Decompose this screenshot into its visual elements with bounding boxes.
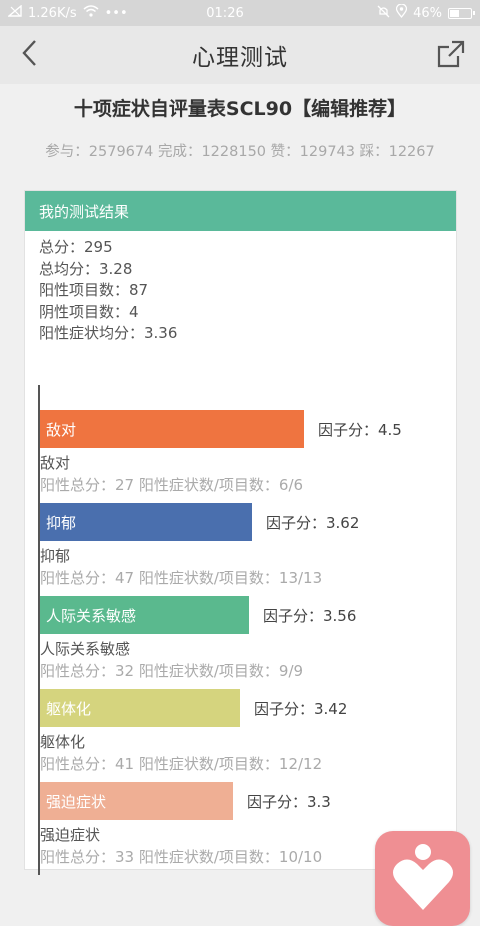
battery-percent: 46% xyxy=(413,5,442,21)
factor-bar: 抑郁 xyxy=(40,503,252,541)
result-card: 我的测试结果 总分：295 总均分：3.28 阳性项目数：87 阴性项目数：4 … xyxy=(24,190,457,875)
factor-score: 因子分：3.3 xyxy=(247,792,331,811)
more-dots-icon: ••• xyxy=(104,5,128,21)
factor-detail: 阳性总分：47 阳性症状数/项目数：13/13 xyxy=(40,569,323,587)
summary-total: 总分：295 xyxy=(39,238,113,256)
mute-icon xyxy=(377,5,390,22)
content-area[interactable]: 十项症状自评量表SCL90【编辑推荐】 参与：2579674 完成：122815… xyxy=(0,84,480,926)
summary-positive-count: 阳性项目数：87 xyxy=(39,281,149,299)
factor-item: 敌对 因子分：4.5 敌对 阳性总分：27 阳性症状数/项目数：6/6 xyxy=(40,410,448,503)
factor-bar: 人际关系敏感 xyxy=(40,596,249,634)
back-button[interactable] xyxy=(14,38,44,72)
factor-name: 抑郁 xyxy=(40,547,71,565)
factor-score: 因子分：3.56 xyxy=(263,606,357,625)
factor-score: 因子分：3.42 xyxy=(254,699,348,718)
factor-name: 敌对 xyxy=(40,454,71,472)
result-header: 我的测试结果 xyxy=(25,191,456,231)
summary-average: 总均分：3.28 xyxy=(39,259,133,278)
factor-detail: 阳性总分：27 阳性症状数/项目数：6/6 xyxy=(40,476,304,494)
factor-bar: 躯体化 xyxy=(40,689,240,727)
factor-name: 躯体化 xyxy=(40,733,86,751)
participation-stats: 参与：2579674 完成：1228150 赞：129743 踩：12267 xyxy=(45,144,435,160)
battery-icon xyxy=(448,7,475,19)
share-icon xyxy=(436,40,466,73)
factor-score: 因子分：3.62 xyxy=(266,513,360,532)
factor-name: 强迫症状 xyxy=(40,826,101,844)
location-icon xyxy=(395,3,408,22)
factor-name: 人际关系敏感 xyxy=(40,640,131,658)
factor-score: 因子分：4.5 xyxy=(318,420,402,439)
factor-detail: 阳性总分：32 阳性症状数/项目数：9/9 xyxy=(40,662,304,680)
clock: 01:26 xyxy=(206,5,244,21)
factor-item: 人际关系敏感 因子分：3.56 人际关系敏感 阳性总分：32 阳性症状数/项目数… xyxy=(40,596,448,689)
wifi-icon xyxy=(83,5,99,21)
result-summary: 总分：295 总均分：3.28 阳性项目数：87 阴性项目数：4 阳性症状均分：… xyxy=(25,231,456,345)
summary-positive-average: 阳性症状均分：3.36 xyxy=(39,324,178,342)
factor-chart: 敌对 因子分：4.5 敌对 阳性总分：27 阳性症状数/项目数：6/6 抑郁 因… xyxy=(38,385,448,875)
signal-off-icon xyxy=(7,4,22,21)
factor-item: 抑郁 因子分：3.62 抑郁 阳性总分：47 阳性症状数/项目数：13/13 xyxy=(40,503,448,596)
network-speed: 1.26K/s xyxy=(28,5,77,21)
factor-item: 躯体化 因子分：3.42 躯体化 阳性总分：41 阳性症状数/项目数：12/12 xyxy=(40,689,448,782)
nav-bar: 心理测试 xyxy=(0,26,480,84)
factor-bar: 强迫症状 xyxy=(40,782,233,820)
chevron-left-icon xyxy=(21,39,37,71)
summary-negative-count: 阴性项目数：4 xyxy=(39,302,139,321)
factor-detail: 阳性总分：41 阳性症状数/项目数：12/12 xyxy=(40,755,323,773)
scale-title: 十项症状自评量表SCL90【编辑推荐】 xyxy=(73,98,407,120)
page-title: 心理测试 xyxy=(192,45,288,71)
factor-detail: 阳性总分：33 阳性症状数/项目数：10/10 xyxy=(40,848,323,866)
status-bar: 1.26K/s ••• 01:26 46% xyxy=(0,0,480,26)
factor-bar: 敌对 xyxy=(40,410,304,448)
heart-app-button[interactable] xyxy=(375,831,470,926)
share-button[interactable] xyxy=(436,39,466,69)
